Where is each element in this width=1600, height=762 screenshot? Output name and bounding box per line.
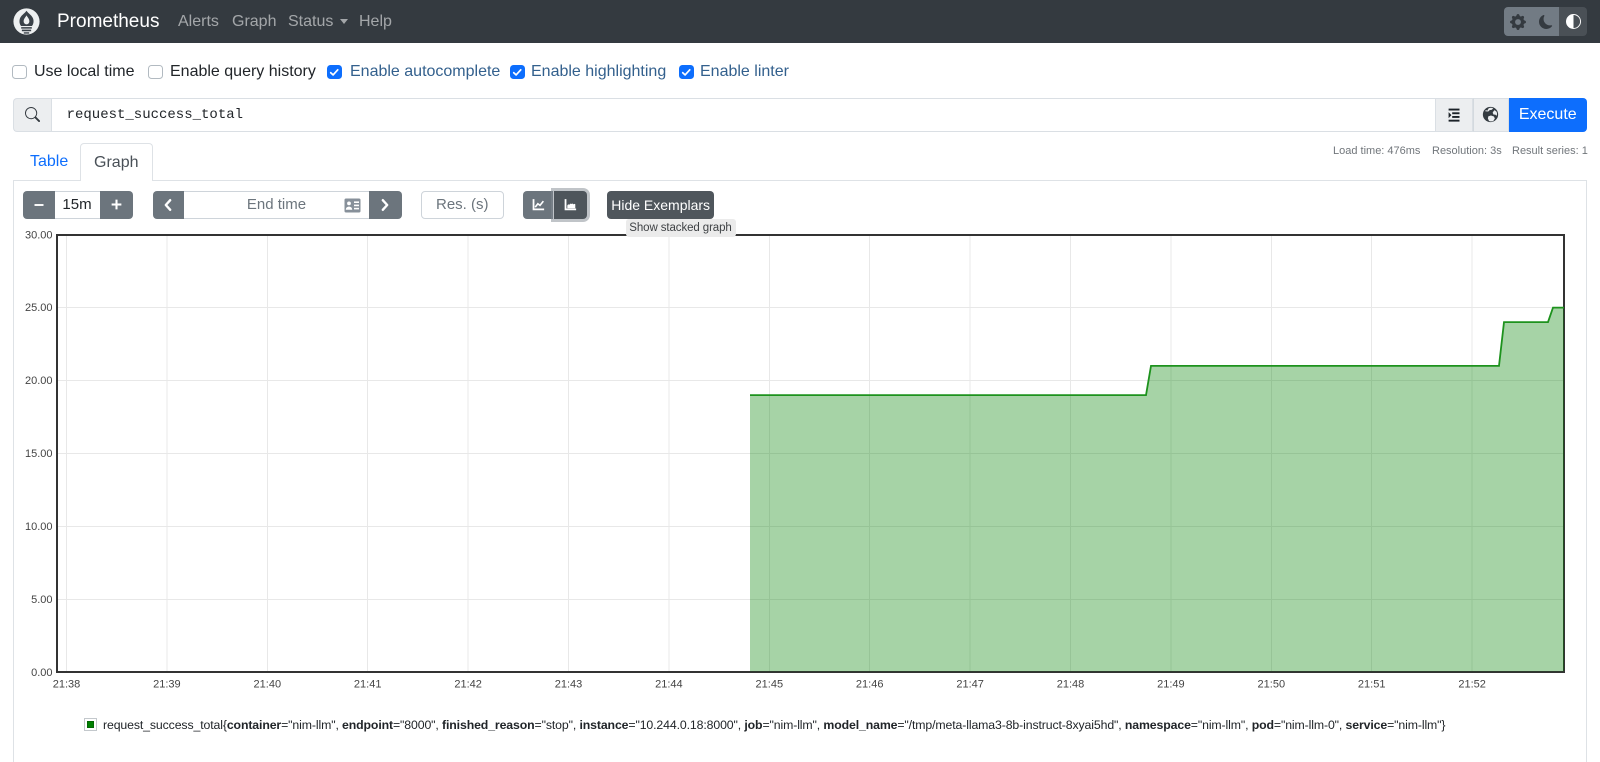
svg-text:21:42: 21:42 xyxy=(454,679,482,691)
svg-text:20.00: 20.00 xyxy=(25,375,53,387)
svg-text:21:46: 21:46 xyxy=(856,679,884,691)
svg-text:21:49: 21:49 xyxy=(1157,679,1185,691)
svg-text:21:51: 21:51 xyxy=(1358,679,1386,691)
svg-text:21:38: 21:38 xyxy=(53,679,81,691)
svg-text:21:41: 21:41 xyxy=(354,679,382,691)
svg-text:21:47: 21:47 xyxy=(956,679,984,691)
svg-text:30.00: 30.00 xyxy=(25,230,53,242)
svg-text:15.00: 15.00 xyxy=(25,448,53,460)
svg-text:21:40: 21:40 xyxy=(254,679,282,691)
svg-text:21:45: 21:45 xyxy=(756,679,784,691)
svg-text:21:48: 21:48 xyxy=(1057,679,1085,691)
svg-text:5.00: 5.00 xyxy=(31,594,52,606)
svg-text:0.00: 0.00 xyxy=(31,667,52,679)
svg-text:21:50: 21:50 xyxy=(1258,679,1286,691)
svg-text:10.00: 10.00 xyxy=(25,521,53,533)
svg-text:21:39: 21:39 xyxy=(153,679,181,691)
svg-text:21:43: 21:43 xyxy=(555,679,583,691)
svg-text:21:52: 21:52 xyxy=(1458,679,1486,691)
svg-text:21:44: 21:44 xyxy=(655,679,683,691)
svg-text:25.00: 25.00 xyxy=(25,302,53,314)
